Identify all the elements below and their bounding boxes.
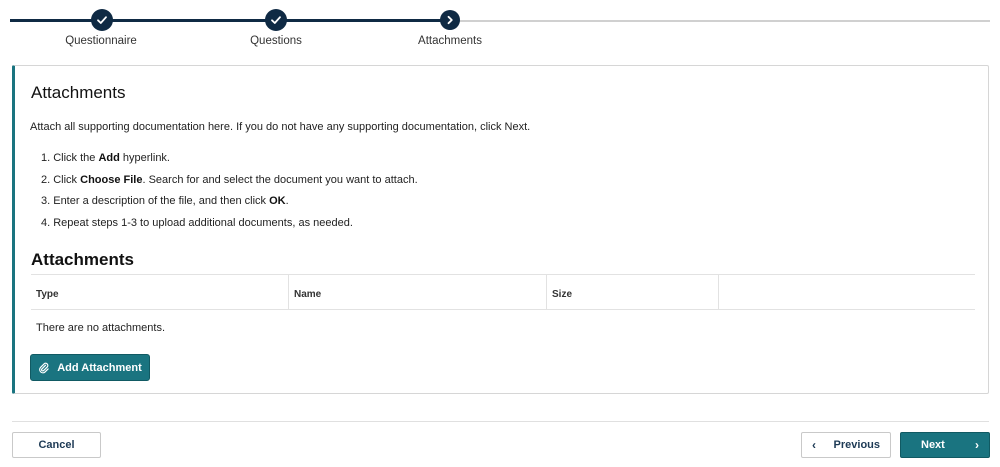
stepper-line-remaining <box>450 20 990 22</box>
step-1-marker <box>91 9 113 31</box>
next-button[interactable]: Next › <box>900 432 990 458</box>
attachments-section-title: Attachments <box>31 250 134 269</box>
add-attachment-label: Add Attachment <box>57 361 142 374</box>
next-label: Next <box>921 439 945 451</box>
check-icon <box>97 16 107 24</box>
add-attachment-button[interactable]: Add Attachment <box>30 354 150 381</box>
step-3-marker <box>440 10 460 30</box>
footer-divider <box>12 421 989 422</box>
column-header-name: Name <box>289 275 547 309</box>
intro-text: Attach all supporting documentation here… <box>30 121 531 133</box>
progress-stepper: Questionnaire Questions Attachments <box>0 0 1000 60</box>
step-3-label: Attachments <box>418 35 482 47</box>
instruction-item: 4. Repeat steps 1-3 to upload additional… <box>41 216 353 229</box>
check-icon <box>271 16 281 24</box>
stepper-line-complete <box>10 19 450 22</box>
instruction-item: 3. Enter a description of the file, and … <box>41 195 289 207</box>
empty-table-message: There are no attachments. <box>36 322 166 334</box>
instruction-item: 2. Click Choose File. Search for and sel… <box>41 173 418 186</box>
step-1-label: Questionnaire <box>65 35 137 47</box>
previous-label: Previous <box>833 439 880 451</box>
column-header-size: Size <box>547 275 719 309</box>
step-2-label: Questions <box>250 35 302 47</box>
cancel-label: Cancel <box>38 439 75 451</box>
instruction-item: 1. Click the Add hyperlink. <box>41 152 170 164</box>
table-header-row: Type Name Size <box>31 274 975 310</box>
column-header-actions <box>719 275 975 309</box>
chevron-left-icon: ‹ <box>812 438 816 452</box>
page-title: Attachments <box>31 83 126 102</box>
column-header-type: Type <box>31 275 289 309</box>
instructions-list: 1. Click the Add hyperlink. 2. Click Cho… <box>41 151 418 237</box>
paperclip-icon <box>39 362 49 373</box>
chevron-right-icon: › <box>975 438 979 452</box>
attachments-panel: Attachments Attach all supporting docume… <box>12 65 989 394</box>
cancel-button[interactable]: Cancel <box>12 432 101 458</box>
chevron-right-icon <box>447 15 453 25</box>
step-2-marker <box>265 9 287 31</box>
attachments-table: Type Name Size There are no attachments. <box>31 274 975 334</box>
previous-button[interactable]: ‹ Previous <box>801 432 891 458</box>
